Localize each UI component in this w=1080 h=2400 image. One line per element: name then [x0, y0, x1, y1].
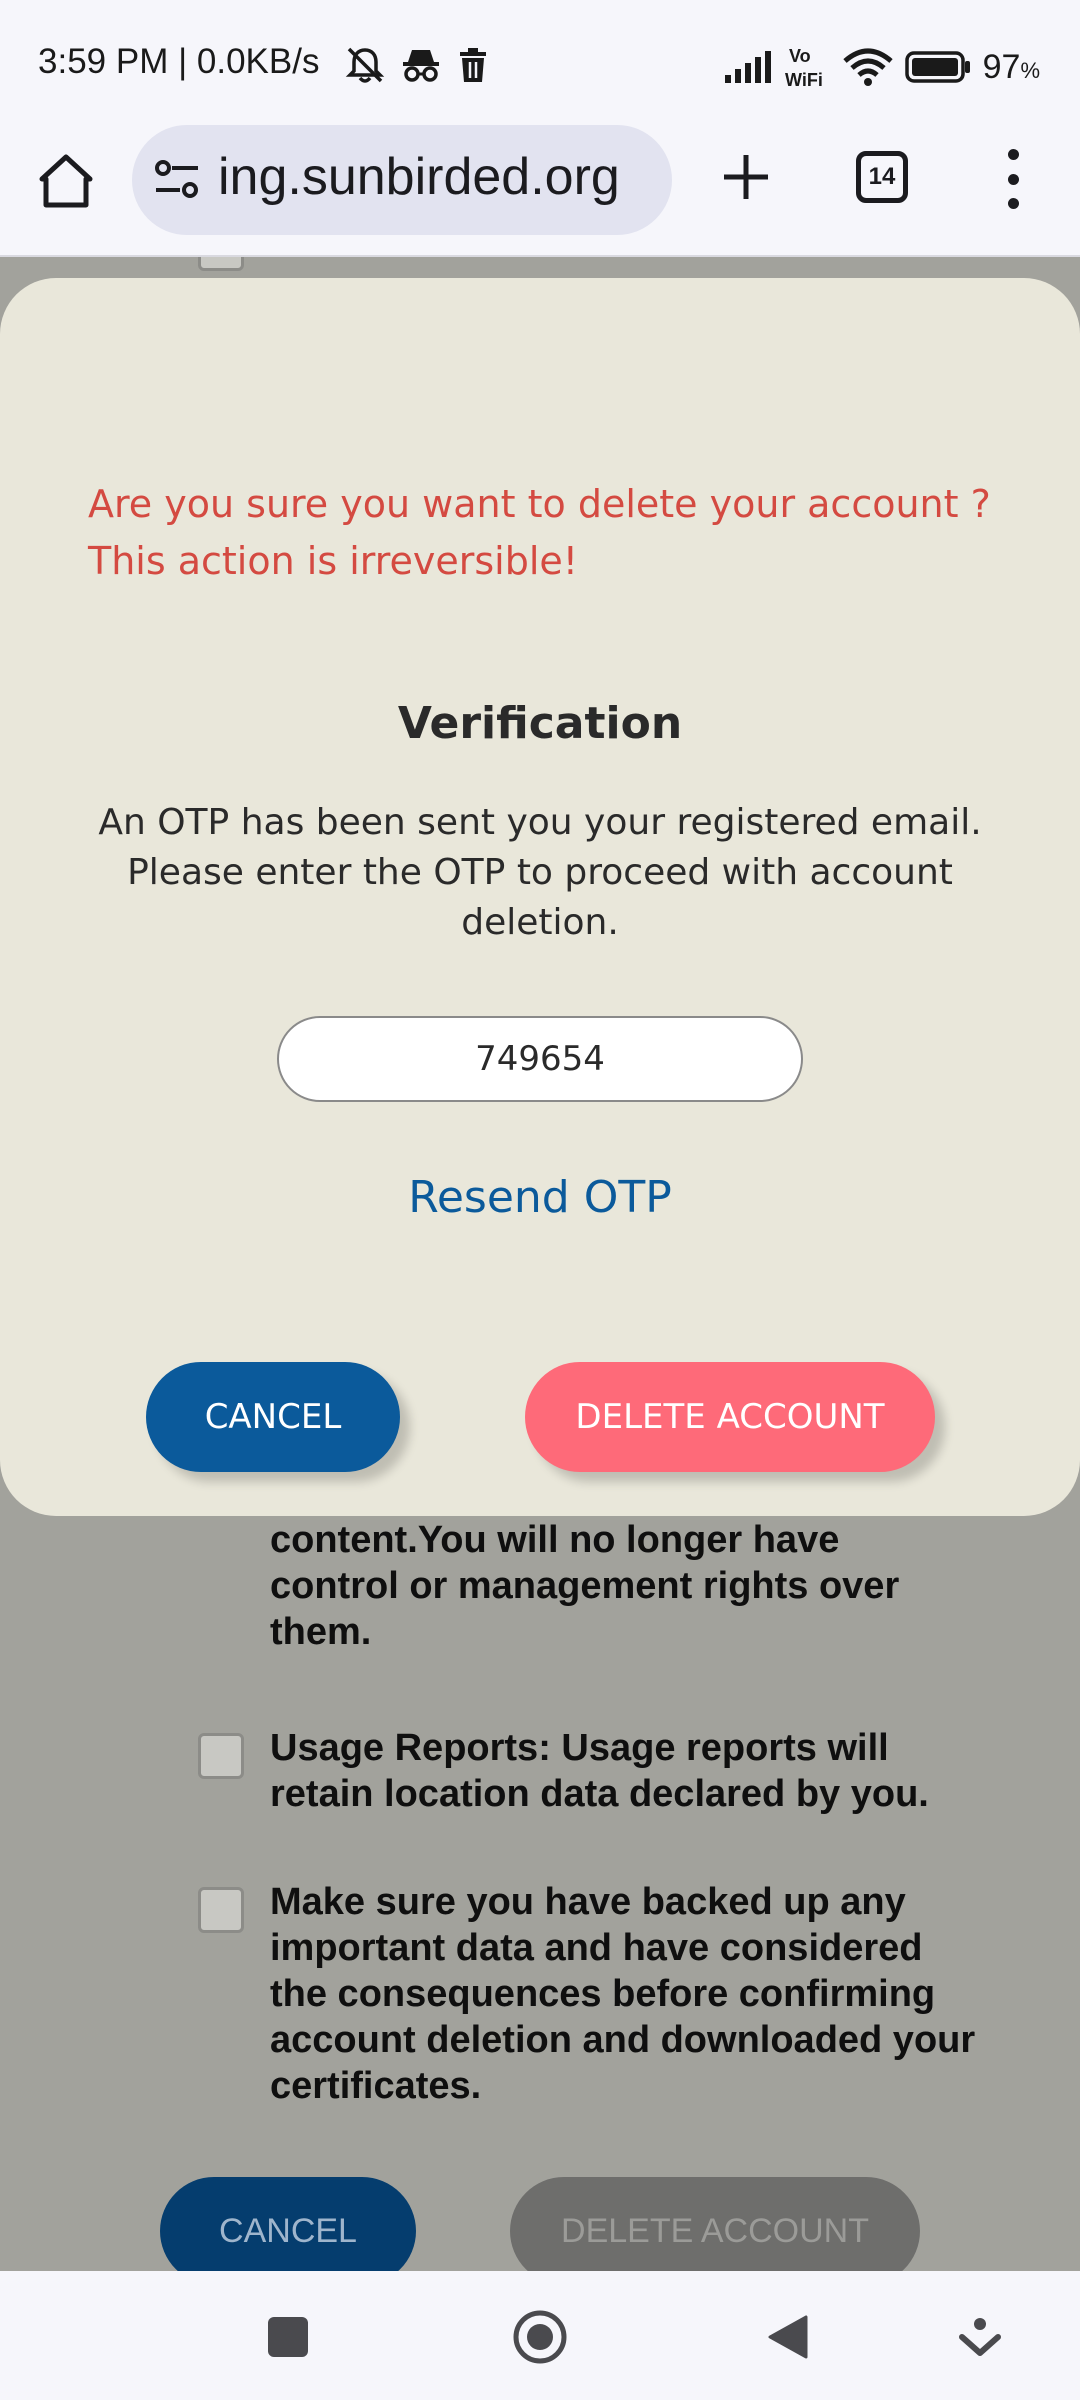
- checkbox[interactable]: [198, 257, 244, 271]
- mute-icon: [345, 47, 385, 83]
- backup-checkbox[interactable]: [198, 1887, 244, 1933]
- delete-warning: Are you sure you want to delete your acc…: [88, 476, 1008, 590]
- background-item-usage: Usage Reports: Usage reports will retain…: [198, 1725, 978, 1817]
- browser-toolbar: ing.sunbirded.org 14: [0, 125, 1080, 257]
- status-icons-right: Vo WiFi 97%: [723, 44, 1040, 90]
- battery-unit: %: [1020, 57, 1040, 83]
- usage-reports-checkbox[interactable]: [198, 1733, 244, 1779]
- home-nav-icon[interactable]: [512, 2309, 568, 2365]
- status-time: 3:59 PM | 0.0KB/s: [38, 42, 320, 81]
- backup-text: Make sure you have backed up any importa…: [270, 1881, 976, 2107]
- background-item-backup: Make sure you have backed up any importa…: [198, 1879, 978, 2109]
- status-icons-left: [344, 44, 490, 86]
- battery-value: 97: [982, 47, 1021, 86]
- site-settings-icon[interactable]: [154, 160, 200, 200]
- vowifi-bottom-label: WiFi: [785, 70, 823, 90]
- hide-keyboard-icon[interactable]: [958, 2315, 1002, 2359]
- delete-account-dialog: Are you sure you want to delete your acc…: [0, 278, 1080, 1516]
- recents-icon[interactable]: [268, 2317, 308, 2357]
- cancel-button[interactable]: CANCEL: [146, 1362, 400, 1472]
- address-bar[interactable]: ing.sunbirded.org: [132, 125, 672, 235]
- usage-reports-text: Usage Reports: Usage reports will retain…: [270, 1727, 929, 1815]
- otp-input[interactable]: [277, 1016, 803, 1102]
- background-item-text: content.You will no longer have control …: [270, 1519, 900, 1653]
- signal-icon: [724, 51, 771, 83]
- vowifi-icon: Vo WiFi: [785, 46, 823, 90]
- resend-otp-link[interactable]: Resend OTP: [0, 1172, 1080, 1223]
- warning-line-1: Are you sure you want to delete your acc…: [88, 482, 991, 526]
- battery-percent: 97%: [983, 48, 1040, 87]
- vowifi-top-label: Vo: [789, 46, 811, 66]
- background-item-top: [198, 257, 978, 271]
- back-icon[interactable]: [766, 2313, 810, 2361]
- background-delete-account-button[interactable]: DELETE ACCOUNT: [510, 2177, 920, 2271]
- navigation-bar: [0, 2271, 1080, 2400]
- verification-title: Verification: [397, 698, 683, 749]
- background-item-content: content.You will no longer have control …: [198, 1517, 978, 1655]
- new-tab-icon[interactable]: [718, 149, 774, 205]
- wifi-icon: [842, 48, 893, 86]
- status-bar: 3:59 PM | 0.0KB/s Vo WiFi 97%: [0, 0, 1080, 125]
- background-cancel-button[interactable]: CANCEL: [160, 2177, 416, 2271]
- more-menu-icon[interactable]: [998, 149, 1028, 209]
- tab-switcher-button[interactable]: 14: [856, 151, 908, 203]
- delete-account-button[interactable]: DELETE ACCOUNT: [525, 1362, 935, 1472]
- home-icon[interactable]: [36, 151, 96, 211]
- tab-count: 14: [868, 163, 896, 190]
- battery-icon: [904, 51, 970, 83]
- trash-icon: [460, 48, 486, 82]
- warning-line-2: This action is irreversible!: [88, 539, 579, 583]
- verification-description: An OTP has been sent you your registered…: [98, 802, 982, 943]
- url-text[interactable]: ing.sunbirded.org: [218, 147, 620, 207]
- incognito-icon: [403, 50, 439, 82]
